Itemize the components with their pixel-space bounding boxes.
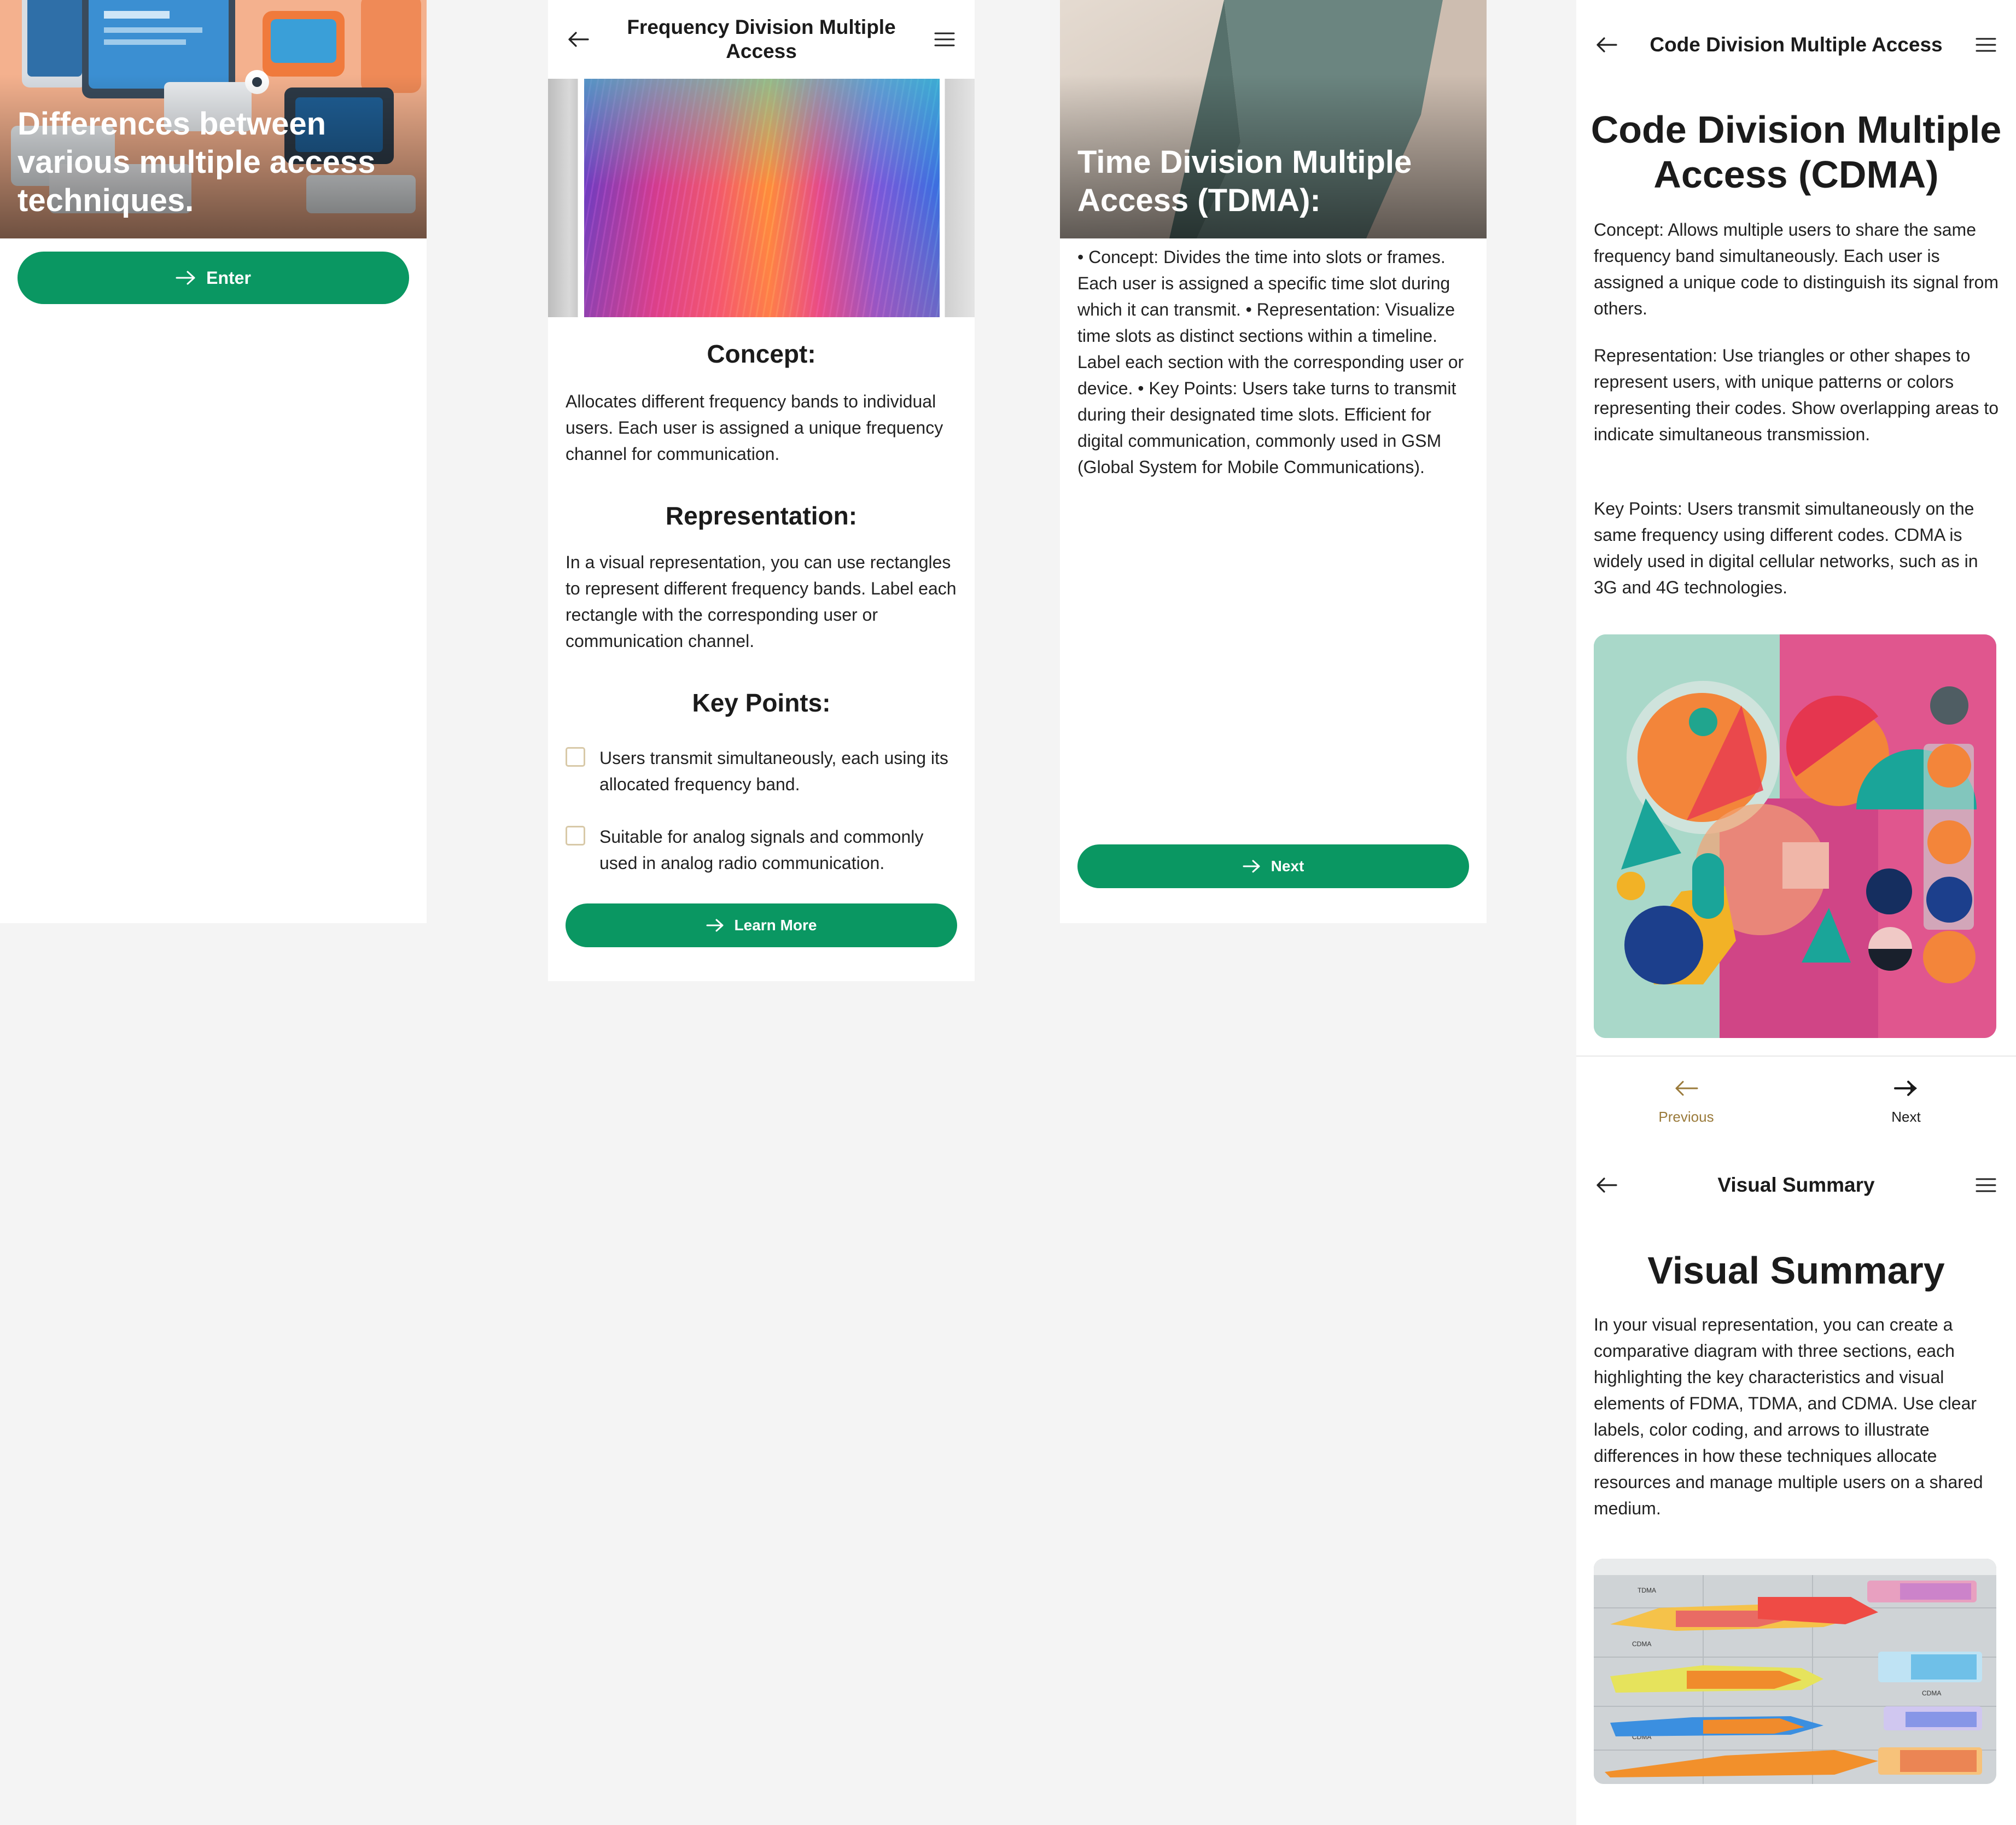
representation-text: Representation: Use triangles or other s… (1594, 346, 1998, 444)
enter-button[interactable]: Enter (18, 252, 409, 304)
arrow-right-icon (176, 270, 196, 285)
arrow-left-icon[interactable] (1593, 31, 1620, 59)
landing-screen: Differences between various multiple acc… (0, 0, 427, 923)
diagram-label: CDMA (1632, 1640, 1651, 1648)
concept-heading: Concept: (707, 340, 816, 368)
nav-previous-label: Previous (1658, 1109, 1714, 1125)
page-title: Visual Summary (1717, 1174, 1875, 1196)
keypoint-text: Users transmit simultaneously, each usin… (599, 748, 948, 794)
cdma-screen: Code Division Multiple Access Code Divis… (1576, 0, 2016, 1148)
frequency-bands-image (548, 79, 975, 317)
page-title: Frequency Division Multiple Access (627, 16, 896, 62)
keypoint-text: Suitable for analog signals and commonly… (599, 827, 924, 873)
keypoint-item[interactable]: Suitable for analog signals and commonly… (566, 824, 957, 876)
learn-more-label: Learn More (734, 917, 817, 934)
representation-heading: Representation: (665, 502, 858, 530)
menu-icon[interactable] (1972, 1171, 2000, 1199)
page-title: Code Division Multiple Access (1650, 33, 1943, 56)
next-button[interactable]: Next (1077, 844, 1469, 888)
keypoints-text: Key Points: Users transmit simultaneousl… (1594, 499, 1978, 597)
arrow-right-icon (1243, 859, 1261, 873)
nav-previous[interactable]: Previous (1576, 1057, 1796, 1148)
bottom-nav: Previous Next (1576, 1056, 2016, 1148)
summary-text: In your visual representation, you can c… (1594, 1315, 1983, 1518)
keypoints-heading: Key Points: (692, 689, 831, 717)
fdma-screen: Frequency Division Multiple Access Conce… (548, 0, 975, 981)
menu-icon[interactable] (1972, 31, 2000, 59)
concept-text: Allocates different frequency bands to i… (566, 392, 943, 464)
menu-icon[interactable] (931, 26, 958, 53)
checkbox[interactable] (566, 826, 585, 846)
arrow-right-icon (1894, 1080, 1918, 1101)
keypoint-item[interactable]: Users transmit simultaneously, each usin… (566, 745, 957, 797)
arrow-left-icon (1674, 1080, 1698, 1101)
content-title: Code Division Multiple Access (CDMA) (1590, 108, 2002, 196)
checkbox[interactable] (566, 747, 585, 767)
concept-text: Concept: Allows multiple users to share … (1594, 220, 1998, 318)
representation-text: In a visual representation, you can use … (566, 552, 957, 651)
diagram-label: CDMA (1922, 1689, 1941, 1697)
hero-image: Differences between various multiple acc… (0, 0, 427, 238)
arrow-left-icon[interactable] (1593, 1171, 1620, 1199)
comparative-diagram-image: TDMA CDMA CDMA CDMA (1594, 1559, 1996, 1784)
content-title: Visual Summary (1647, 1249, 1945, 1292)
nav-next[interactable]: Next (1796, 1057, 2016, 1148)
arrow-left-icon[interactable] (564, 26, 592, 53)
top-app-bar: Frequency Division Multiple Access (548, 0, 975, 79)
tdma-body-text: • Concept: Divides the time into slots o… (1077, 247, 1464, 477)
tdma-screen: Time Division Multiple Access (TDMA): • … (1060, 0, 1487, 923)
hero-title: Differences between various multiple acc… (18, 106, 376, 218)
nav-next-label: Next (1891, 1109, 1921, 1125)
shapes-collage-image (1594, 634, 1996, 1038)
hero-title: Time Division Multiple Access (TDMA): (1077, 144, 1412, 218)
arrow-right-icon (706, 918, 725, 932)
enter-label: Enter (206, 267, 251, 288)
visual-summary-screen: Visual Summary Visual Summary In your vi… (1576, 1148, 2016, 1825)
hero-image: Time Division Multiple Access (TDMA): (1060, 0, 1487, 238)
top-app-bar: Visual Summary (1576, 1148, 2016, 1222)
diagram-label: TDMA (1638, 1587, 1656, 1594)
next-label: Next (1271, 858, 1304, 874)
top-app-bar: Code Division Multiple Access (1576, 22, 2016, 68)
learn-more-button[interactable]: Learn More (566, 903, 957, 947)
